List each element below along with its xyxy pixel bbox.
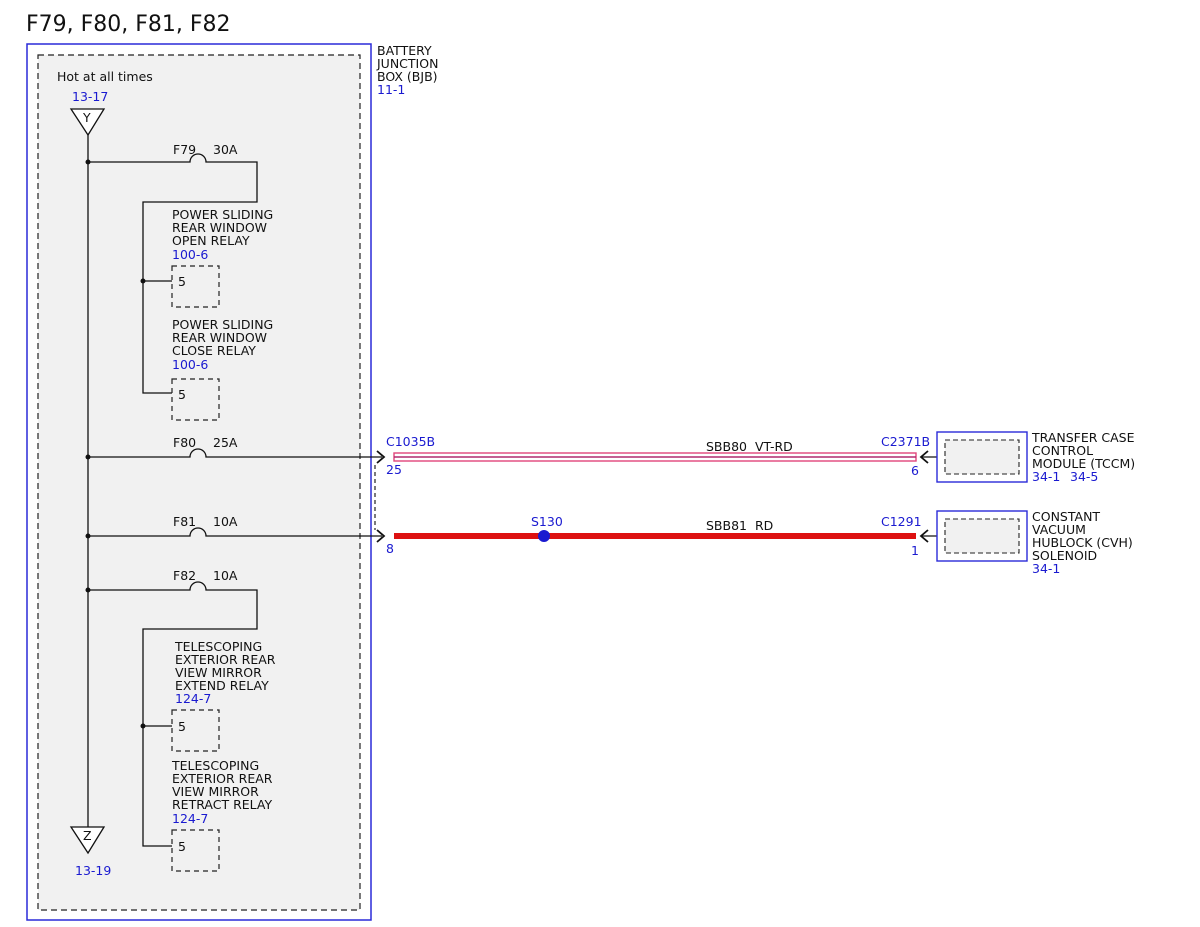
relay-2-pin: 5: [178, 387, 186, 402]
wire-sbb80-label: SBB80 VT-RD: [706, 439, 793, 454]
wire-sbb81-label: SBB81 RD: [706, 518, 773, 533]
bjb-ref: 11-1: [377, 82, 405, 97]
relay-2-line-3: CLOSE RELAY: [172, 343, 256, 358]
f81-id: F81: [173, 514, 196, 529]
f79-rating: 30A: [213, 142, 238, 157]
tccm-ref-1: 34-1: [1032, 469, 1060, 484]
bjb-label: BATTERY JUNCTION BOX (BJB) 11-1: [376, 43, 438, 97]
f82-rating: 10A: [213, 568, 238, 583]
wiring-diagram: F79, F80, F81, F82 BATTERY JUNCTION BOX …: [26, 12, 1135, 921]
cvh-label: CONSTANT VACUUM HUBLOCK (CVH) SOLENOID 3…: [1032, 509, 1133, 576]
cvh-inner-box: [944, 518, 1020, 554]
connector-pin-8: 8: [386, 541, 394, 556]
connector-c1035b-pin-25: 25: [386, 462, 402, 477]
cvh-ref-1: 34-1: [1032, 561, 1060, 576]
connector-c2371b-pin-6: 6: [911, 463, 919, 478]
connector-z-letter: Z: [83, 828, 92, 843]
f79-id: F79: [173, 142, 196, 157]
relay-1-pin: 5: [178, 274, 186, 289]
f80-rating: 25A: [213, 435, 238, 450]
relay-4-ref: 124-7: [172, 811, 208, 826]
connector-c1291-label: C1291: [881, 514, 922, 529]
connector-z-ref: 13-19: [75, 863, 111, 878]
tccm-label: TRANSFER CASE CONTROL MODULE (TCCM) 34-1…: [1031, 430, 1135, 484]
relay-3-pin: 5: [178, 719, 186, 734]
relay-4-pin: 5: [178, 839, 186, 854]
splice-s130-dot: [538, 530, 550, 542]
connector-c2371b-label: C2371B: [881, 434, 930, 449]
f81-rating: 10A: [213, 514, 238, 529]
page-title: F79, F80, F81, F82: [26, 12, 231, 37]
relay-1-line-3: OPEN RELAY: [172, 233, 250, 248]
relay-4-line-4: RETRACT RELAY: [172, 797, 272, 812]
connector-y-letter: Y: [82, 110, 91, 125]
f80-id: F80: [173, 435, 196, 450]
tccm-inner-box: [944, 439, 1020, 475]
tccm-ref-2: 34-5: [1070, 469, 1098, 484]
relay-3-ref: 124-7: [175, 691, 211, 706]
hot-at-all-times-label: Hot at all times: [57, 69, 153, 84]
connector-c1291-pin-1: 1: [911, 543, 919, 558]
connector-y-ref: 13-17: [72, 89, 108, 104]
relay-1-ref: 100-6: [172, 247, 208, 262]
f82-id: F82: [173, 568, 196, 583]
connector-c1035b-label: C1035B: [386, 434, 435, 449]
relay-2-ref: 100-6: [172, 357, 208, 372]
splice-s130-label: S130: [531, 514, 563, 529]
